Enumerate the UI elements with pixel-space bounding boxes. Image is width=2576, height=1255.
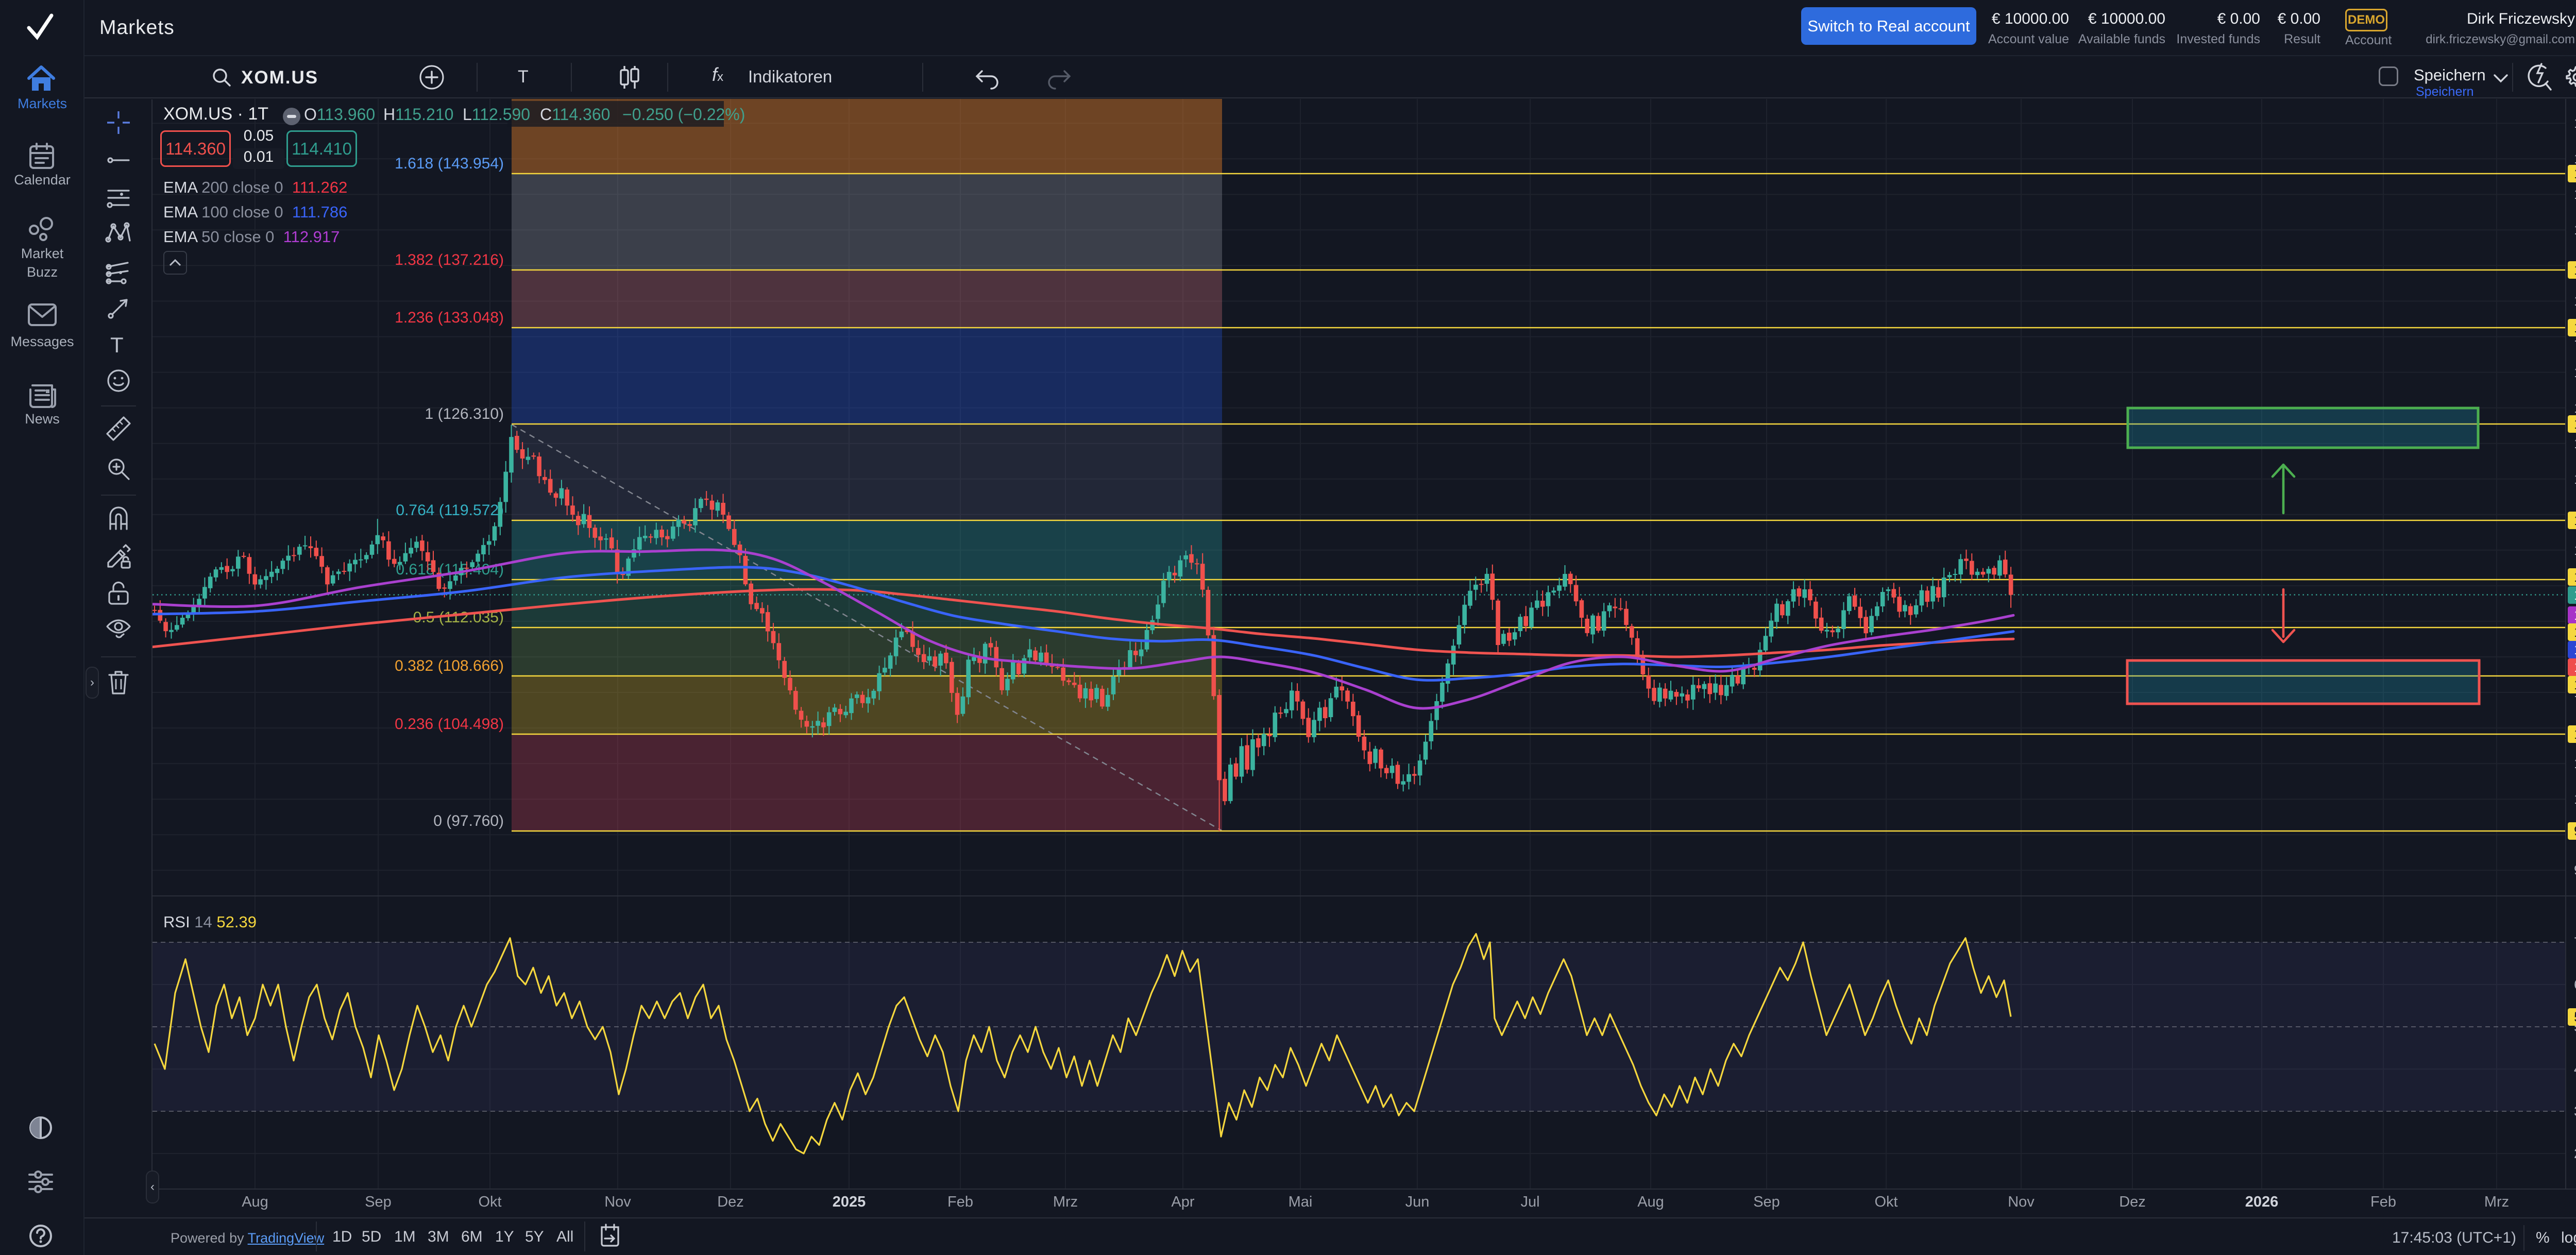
svg-text:0 (97.760): 0 (97.760) [433,812,504,829]
svg-text:1 (126.310): 1 (126.310) [425,405,504,422]
svg-text:Okt: Okt [1874,1194,1897,1210]
svg-text:Apr: Apr [1171,1194,1194,1210]
svg-text:142.500: 142.500 [2574,186,2576,202]
svg-text:1.382 (137.216): 1.382 (137.216) [395,251,504,268]
svg-text:126.310: 126.310 [2574,416,2576,432]
svg-text:1.618 (143.954): 1.618 (143.954) [395,155,504,172]
svg-text:Dez: Dez [717,1194,744,1210]
svg-text:112.917: 112.917 [2574,607,2576,623]
svg-text:147.500: 147.500 [2574,115,2576,131]
svg-text:122.500: 122.500 [2574,471,2576,487]
svg-text:Mrz: Mrz [2484,1194,2509,1210]
svg-text:135.000: 135.000 [2574,293,2576,309]
svg-text:119.572: 119.572 [2574,513,2576,528]
svg-text:Okt: Okt [478,1194,501,1210]
svg-text:60.00: 60.00 [2574,977,2576,992]
svg-text:Feb: Feb [2370,1194,2396,1210]
svg-text:Mai: Mai [1289,1194,1313,1210]
svg-text:Nov: Nov [2008,1194,2035,1210]
svg-text:115.404: 115.404 [2574,569,2576,585]
svg-text:Nov: Nov [604,1194,631,1210]
svg-text:111.262: 111.262 [2574,659,2576,675]
svg-text:52.39: 52.39 [2574,1009,2576,1025]
svg-text:Feb: Feb [947,1194,973,1210]
svg-text:95.000: 95.000 [2574,862,2576,878]
svg-text:114.360: 114.360 [2574,587,2576,603]
svg-text:133.048: 133.048 [2574,320,2576,335]
svg-text:143.954: 143.954 [2574,166,2576,181]
svg-text:2025: 2025 [833,1194,866,1210]
svg-text:Mrz: Mrz [1053,1194,1078,1210]
svg-text:0.764 (119.572): 0.764 (119.572) [396,502,504,519]
svg-text:20.00: 20.00 [2574,1146,2576,1161]
svg-text:30.00: 30.00 [2574,1104,2576,1119]
svg-text:145.000: 145.000 [2574,151,2576,166]
svg-text:Aug: Aug [1637,1194,1664,1210]
svg-text:104.498: 104.498 [2574,726,2576,742]
svg-text:Sep: Sep [365,1194,392,1210]
svg-text:0.382 (108.666): 0.382 (108.666) [395,657,504,674]
svg-text:0.236 (104.498): 0.236 (104.498) [395,716,504,733]
svg-text:127.500: 127.500 [2574,400,2576,416]
svg-text:100.000: 100.000 [2574,791,2576,807]
svg-text:Sep: Sep [1753,1194,1780,1210]
svg-text:40.00: 40.00 [2574,1061,2576,1077]
svg-text:Aug: Aug [242,1194,268,1210]
svg-text:102.500: 102.500 [2574,756,2576,771]
svg-text:70.00: 70.00 [2574,935,2576,950]
svg-text:Jun: Jun [1405,1194,1430,1210]
svg-text:2026: 2026 [2245,1194,2279,1210]
svg-text:125.000: 125.000 [2574,436,2576,451]
svg-text:111.786: 111.786 [2574,642,2576,657]
svg-text:137.216: 137.216 [2574,262,2576,278]
svg-text:Dez: Dez [2119,1194,2146,1210]
svg-text:112.035: 112.035 [2574,624,2576,640]
svg-text:1.236 (133.048): 1.236 (133.048) [395,309,504,326]
svg-text:108.666: 108.666 [2574,677,2576,692]
svg-text:Jul: Jul [1520,1194,1539,1210]
svg-text:117.500: 117.500 [2574,542,2576,558]
svg-text:130.000: 130.000 [2574,365,2576,380]
svg-text:97.760: 97.760 [2574,823,2576,839]
svg-text:140.000: 140.000 [2574,222,2576,238]
